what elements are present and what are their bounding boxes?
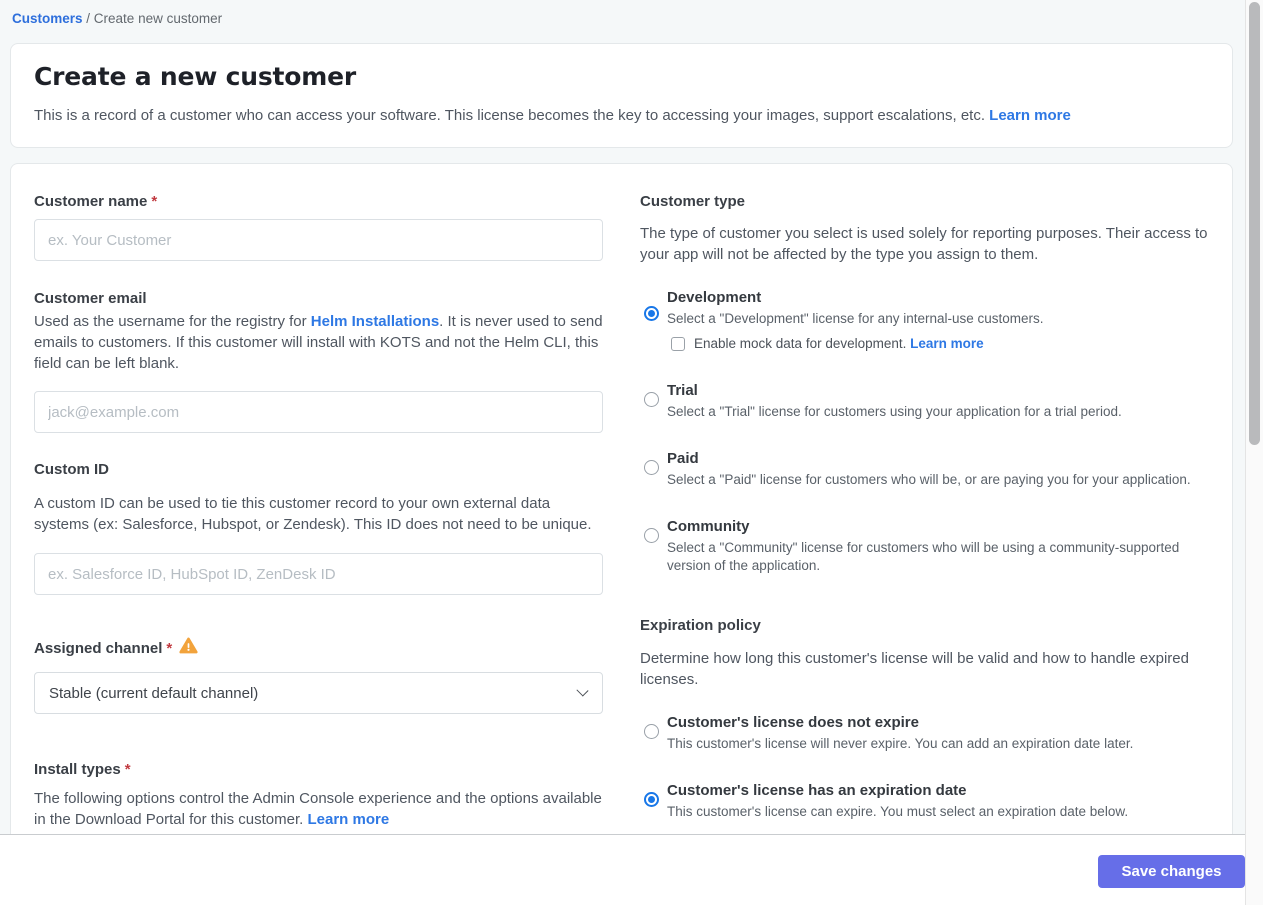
form-left-column: Customer name* Customer email Used as th… xyxy=(34,191,603,828)
expiration-policy-description: Determine how long this customer's licen… xyxy=(640,650,1189,688)
option-label-does-not-expire: Customer's license does not expire xyxy=(667,714,919,731)
breadcrumb-link-customers[interactable]: Customers xyxy=(12,11,83,26)
option-label-paid: Paid xyxy=(667,450,699,467)
assigned-channel-selected-value: Stable (current default channel) xyxy=(49,684,259,702)
customer-email-input[interactable] xyxy=(34,391,603,433)
mock-data-checkbox-label: Enable mock data for development. Learn … xyxy=(694,335,984,353)
breadcrumb-current: Create new customer xyxy=(93,11,223,26)
footer-bar xyxy=(0,834,1245,905)
customer-type-heading: Customer type xyxy=(640,193,746,210)
scrollbar-thumb[interactable] xyxy=(1249,2,1260,445)
option-description-trial: Select a "Trial" license for customers u… xyxy=(667,404,1122,419)
customer-email-description-before: Used as the username for the registry fo… xyxy=(34,313,311,330)
radio-has-expiration-date[interactable] xyxy=(644,792,659,807)
option-label-community: Community xyxy=(667,518,750,535)
customer-type-option-trial[interactable]: Trial Select a "Trial" license for custo… xyxy=(640,380,1209,421)
create-customer-form-card: Customer name* Customer email Used as th… xyxy=(10,163,1233,834)
customer-type-option-paid[interactable]: Paid Select a "Paid" license for custome… xyxy=(640,448,1209,489)
page-description: This is a record of a customer who can a… xyxy=(34,105,1209,126)
page-header-card: Create a new customer This is a record o… xyxy=(10,43,1233,148)
radio-trial[interactable] xyxy=(644,392,659,407)
custom-id-label-text: Custom ID xyxy=(34,461,109,478)
page-title: Create a new customer xyxy=(34,62,356,91)
option-description-has-expiration-date: This customer's license can expire. You … xyxy=(667,804,1129,819)
chevron-down-icon xyxy=(576,684,589,697)
customer-email-label: Customer email xyxy=(34,288,603,309)
mock-data-checkbox-text: Enable mock data for development. xyxy=(694,336,911,351)
custom-id-input[interactable] xyxy=(34,553,603,595)
option-description-paid: Select a "Paid" license for customers wh… xyxy=(667,472,1191,487)
install-types-label: Install types * xyxy=(34,759,603,780)
mock-data-learn-more-link[interactable]: Learn more xyxy=(910,336,984,351)
customer-name-input[interactable] xyxy=(34,219,603,261)
customer-name-label: Customer name * xyxy=(34,191,603,212)
option-description-development: Select a "Development" license for any i… xyxy=(667,311,1044,326)
radio-community[interactable] xyxy=(644,528,659,543)
install-types-learn-more-link[interactable]: Learn more xyxy=(307,811,389,828)
option-label-trial: Trial xyxy=(667,382,698,399)
customer-type-option-community[interactable]: Community Select a "Community" license f… xyxy=(640,516,1209,575)
option-description-does-not-expire: This customer's license will never expir… xyxy=(667,736,1134,751)
mock-data-checkbox[interactable] xyxy=(671,337,685,351)
assigned-channel-label-text: Assigned channel xyxy=(34,640,163,657)
customer-email-label-text: Customer email xyxy=(34,290,147,307)
custom-id-label: Custom ID xyxy=(34,459,603,480)
option-description-community: Select a "Community" license for custome… xyxy=(667,540,1180,573)
customer-type-description: The type of customer you select is used … xyxy=(640,225,1208,263)
customer-email-description: Used as the username for the registry fo… xyxy=(34,311,603,374)
option-label-has-expiration-date: Customer's license has an expiration dat… xyxy=(667,782,967,799)
radio-paid[interactable] xyxy=(644,460,659,475)
mock-data-checkbox-row[interactable]: Enable mock data for development. Learn … xyxy=(671,335,1044,353)
required-asterisk: * xyxy=(151,193,158,210)
assigned-channel-label: Assigned channel * xyxy=(34,637,603,660)
required-asterisk: * xyxy=(166,640,173,657)
helm-installations-link[interactable]: Helm Installations xyxy=(311,313,439,330)
page-description-text: This is a record of a customer who can a… xyxy=(34,107,990,124)
customer-name-label-text: Customer name xyxy=(34,193,148,210)
header-learn-more-link[interactable]: Learn more xyxy=(989,107,1071,124)
option-label-development: Development xyxy=(667,289,762,306)
warning-icon xyxy=(179,637,198,660)
install-types-label-text: Install types xyxy=(34,761,121,778)
form-right-column: Customer type The type of customer you s… xyxy=(640,191,1209,819)
required-asterisk: * xyxy=(124,761,131,778)
breadcrumb-separator: / xyxy=(82,11,94,26)
radio-does-not-expire[interactable] xyxy=(644,724,659,739)
install-types-description: The following options control the Admin … xyxy=(34,788,603,830)
expiration-policy-options: Customer's license does not expire This … xyxy=(640,712,1209,821)
save-changes-button[interactable]: Save changes xyxy=(1098,855,1245,888)
breadcrumb: Customers / Create new customer xyxy=(12,10,222,28)
radio-development[interactable] xyxy=(644,306,659,321)
scrollbar-track[interactable] xyxy=(1245,0,1263,905)
expiration-option-does-not-expire[interactable]: Customer's license does not expire This … xyxy=(640,712,1209,753)
customer-type-options: Development Select a "Development" licen… xyxy=(640,287,1209,575)
expiration-option-has-expiration-date[interactable]: Customer's license has an expiration dat… xyxy=(640,780,1209,821)
assigned-channel-select[interactable]: Stable (current default channel) xyxy=(34,672,603,714)
expiration-policy-heading: Expiration policy xyxy=(640,617,761,634)
custom-id-description: A custom ID can be used to tie this cust… xyxy=(34,495,592,533)
customer-type-option-development[interactable]: Development Select a "Development" licen… xyxy=(640,287,1209,353)
